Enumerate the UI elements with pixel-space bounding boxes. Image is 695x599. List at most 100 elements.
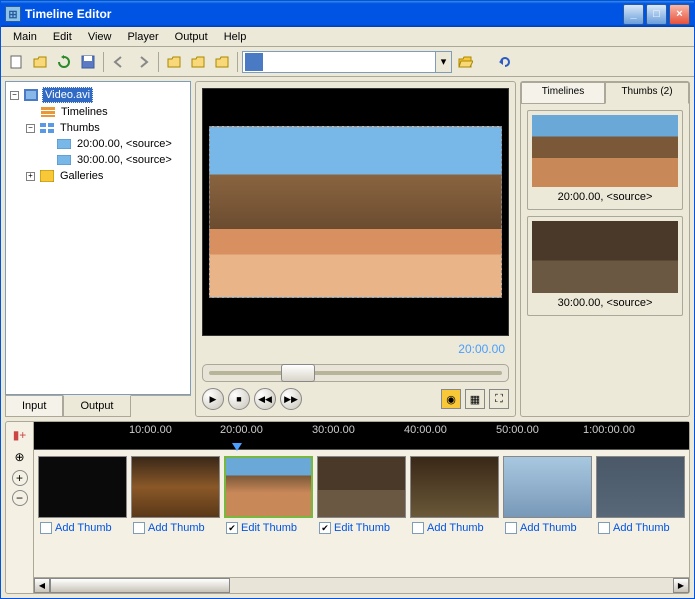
tree-view[interactable]: − Video.avi Timelines − Thumbs <box>5 81 191 395</box>
tab-thumbs[interactable]: Thumbs (2) <box>605 82 689 104</box>
save-button[interactable] <box>77 51 99 73</box>
video-frame <box>209 126 502 298</box>
fullscreen-button[interactable]: ⛶ <box>489 389 509 409</box>
tree-label-thumb2[interactable]: 30:00.00, <source> <box>75 153 174 167</box>
clip-item[interactable]: ✔Edit Thumb <box>317 456 406 571</box>
folder1-button[interactable] <box>163 51 185 73</box>
zoom-in-button[interactable]: + <box>12 470 28 486</box>
menu-main[interactable]: Main <box>5 29 45 45</box>
tree-node-root[interactable]: − Video.avi <box>10 86 186 104</box>
clip-action-label[interactable]: Edit Thumb <box>241 522 297 534</box>
thumb-label: 20:00.00, <source> <box>532 189 678 205</box>
tree-label-galleries[interactable]: Galleries <box>58 169 105 183</box>
clip-action[interactable]: Add Thumb <box>503 518 592 538</box>
menu-help[interactable]: Help <box>216 29 255 45</box>
tree-node-galleries[interactable]: + Galleries <box>10 168 186 184</box>
video-viewport[interactable] <box>202 88 509 336</box>
menu-player[interactable]: Player <box>119 29 166 45</box>
checkbox[interactable] <box>598 522 610 534</box>
checkbox-checked[interactable]: ✔ <box>319 522 331 534</box>
scroll-track[interactable] <box>50 578 673 593</box>
thumb-image <box>532 115 678 187</box>
zoom-out-button[interactable]: − <box>12 490 28 506</box>
tree-node-timelines[interactable]: Timelines <box>10 104 186 120</box>
layout-button[interactable]: ▦ <box>465 389 485 409</box>
tree-label-root[interactable]: Video.avi <box>42 87 93 103</box>
refresh-button[interactable] <box>53 51 75 73</box>
clip-item[interactable]: Add Thumb <box>596 456 685 571</box>
tab-timelines[interactable]: Timelines <box>521 82 605 104</box>
expander-minus-icon[interactable]: − <box>10 91 19 100</box>
stop-button[interactable]: ■ <box>228 388 250 410</box>
checkbox-checked[interactable]: ✔ <box>226 522 238 534</box>
folder3-button[interactable] <box>211 51 233 73</box>
time-ruler[interactable]: 10:00.00 20:00.00 30:00.00 40:00.00 50:0… <box>34 422 689 450</box>
clip-action-label[interactable]: Add Thumb <box>148 522 205 534</box>
playhead-marker[interactable] <box>232 443 242 451</box>
titlebar[interactable]: ⊞ Timeline Editor _ □ × <box>1 1 694 27</box>
thumb-card[interactable]: 30:00.00, <source> <box>527 216 683 316</box>
clip-item[interactable]: Add Thumb <box>131 456 220 571</box>
forward-button[interactable] <box>132 51 154 73</box>
clip-item[interactable]: Add Thumb <box>38 456 127 571</box>
undo-button[interactable] <box>494 51 516 73</box>
film-icon <box>23 88 39 102</box>
scroll-left-button[interactable]: ◀ <box>34 578 50 593</box>
scroll-right-button[interactable]: ▶ <box>673 578 689 593</box>
clip-item[interactable]: ✔Edit Thumb <box>224 456 313 571</box>
clip-action-label[interactable]: Edit Thumb <box>334 522 390 534</box>
menu-output[interactable]: Output <box>167 29 216 45</box>
tree-node-thumb1[interactable]: 20:00.00, <source> <box>10 136 186 152</box>
menu-edit[interactable]: Edit <box>45 29 80 45</box>
clips-row[interactable]: Add Thumb Add Thumb ✔Edit Thumb ✔Edit Th… <box>34 450 689 577</box>
tree-label-thumb1[interactable]: 20:00.00, <source> <box>75 137 174 151</box>
clip-action-label[interactable]: Add Thumb <box>55 522 112 534</box>
new-button[interactable] <box>5 51 27 73</box>
zoom-fit-button[interactable]: ⊕ <box>11 448 29 466</box>
clip-action-label[interactable]: Add Thumb <box>520 522 577 534</box>
scrub-thumb[interactable] <box>281 364 315 382</box>
tab-input[interactable]: Input <box>5 395 63 417</box>
rewind-button[interactable]: ◀◀ <box>254 388 276 410</box>
add-marker-button[interactable]: ▮+ <box>11 426 29 444</box>
clip-action[interactable]: Add Thumb <box>410 518 499 538</box>
scrubber[interactable] <box>202 364 509 382</box>
clip-action-label[interactable]: Add Thumb <box>427 522 484 534</box>
capture-button[interactable]: ◉ <box>441 389 461 409</box>
clip-action-label[interactable]: Add Thumb <box>613 522 670 534</box>
clip-action[interactable]: ✔Edit Thumb <box>224 518 313 538</box>
checkbox[interactable] <box>133 522 145 534</box>
tree-node-thumb2[interactable]: 30:00.00, <source> <box>10 152 186 168</box>
open-folder-button[interactable] <box>454 51 476 73</box>
tree-node-thumbs[interactable]: − Thumbs <box>10 120 186 136</box>
clip-action[interactable]: Add Thumb <box>596 518 685 538</box>
open-button[interactable] <box>29 51 51 73</box>
tree-label-thumbs[interactable]: Thumbs <box>58 121 102 135</box>
clip-action[interactable]: Add Thumb <box>38 518 127 538</box>
forward-button[interactable]: ▶▶ <box>280 388 302 410</box>
clip-action[interactable]: Add Thumb <box>131 518 220 538</box>
expander-plus-icon[interactable]: + <box>26 172 35 181</box>
clip-item[interactable]: Add Thumb <box>410 456 499 571</box>
checkbox[interactable] <box>412 522 424 534</box>
tab-output[interactable]: Output <box>63 395 130 417</box>
tree-label-timelines[interactable]: Timelines <box>59 105 110 119</box>
minimize-button[interactable]: _ <box>623 4 644 25</box>
play-button[interactable]: ▶ <box>202 388 224 410</box>
thumb-card[interactable]: 20:00.00, <source> <box>527 110 683 210</box>
chevron-down-icon[interactable]: ▾ <box>435 52 451 72</box>
scroll-thumb[interactable] <box>50 578 230 593</box>
checkbox[interactable] <box>505 522 517 534</box>
clip-action[interactable]: ✔Edit Thumb <box>317 518 406 538</box>
close-button[interactable]: × <box>669 4 690 25</box>
thumbs-list[interactable]: 20:00.00, <source> 30:00.00, <source> <box>521 104 689 416</box>
folder2-button[interactable] <box>187 51 209 73</box>
source-combo[interactable]: ▾ <box>242 51 452 73</box>
expander-minus-icon[interactable]: − <box>26 124 35 133</box>
back-button[interactable] <box>108 51 130 73</box>
horizontal-scrollbar[interactable]: ◀ ▶ <box>34 577 689 593</box>
clip-item[interactable]: Add Thumb <box>503 456 592 571</box>
maximize-button[interactable]: □ <box>646 4 667 25</box>
menu-view[interactable]: View <box>80 29 120 45</box>
checkbox[interactable] <box>40 522 52 534</box>
